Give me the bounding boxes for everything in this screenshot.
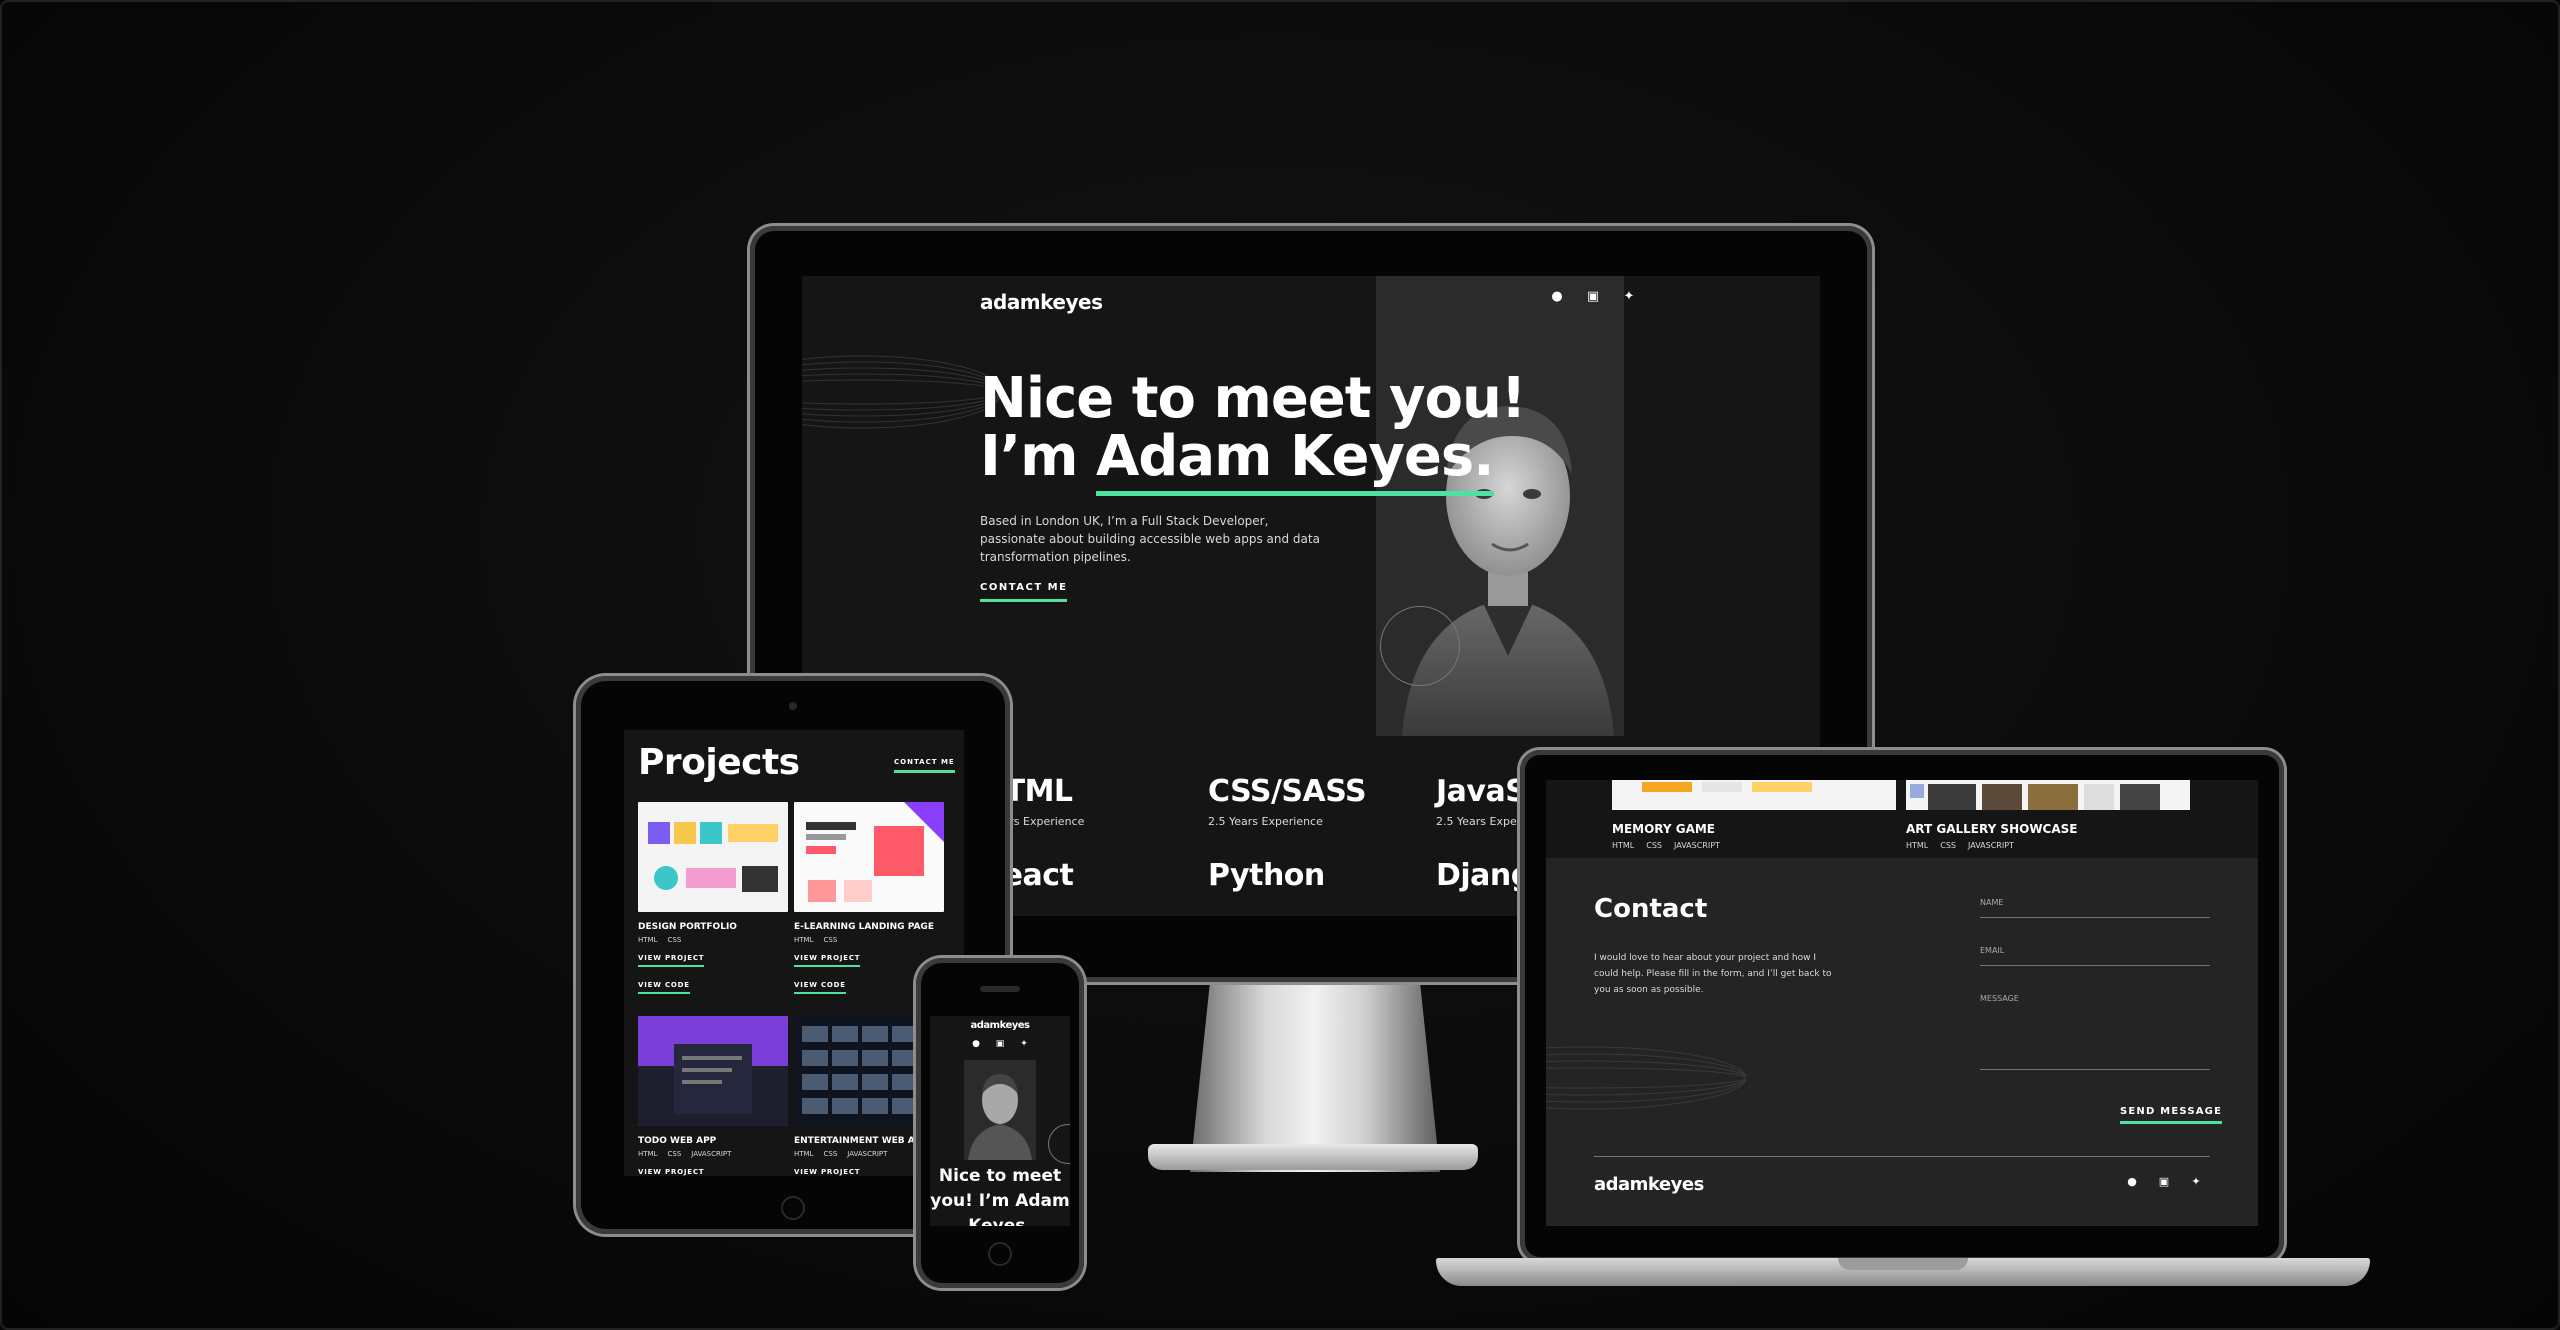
project-card[interactable]: MEMORY GAME HTML CSS JAVASCRIPT bbox=[1612, 780, 1896, 850]
tag: JAVASCRIPT bbox=[847, 1150, 888, 1158]
github-icon[interactable]: ● bbox=[2124, 1174, 2140, 1190]
tag: JAVASCRIPT bbox=[1674, 841, 1720, 850]
hero-heading-prefix: I’m bbox=[980, 424, 1096, 489]
linkedin-icon[interactable]: ▣ bbox=[994, 1038, 1006, 1050]
tag: CSS bbox=[667, 1150, 682, 1158]
twitter-icon[interactable]: ✦ bbox=[2188, 1174, 2204, 1190]
tablet-camera bbox=[789, 702, 797, 710]
tag: HTML bbox=[794, 936, 814, 944]
tag: HTML bbox=[638, 936, 658, 944]
view-project-link[interactable]: VIEW PROJECT bbox=[638, 1168, 704, 1176]
project-tags: HTML CSS JAVASCRIPT bbox=[1906, 841, 2190, 850]
contact-me-link[interactable]: CONTACT ME bbox=[980, 582, 1068, 602]
phone-home-button[interactable] bbox=[988, 1242, 1012, 1266]
tag: JAVASCRIPT bbox=[1968, 841, 2014, 850]
project-name: TODO WEB APP bbox=[638, 1136, 717, 1146]
project-name: MEMORY GAME bbox=[1612, 822, 1716, 836]
github-icon[interactable]: ● bbox=[1548, 288, 1566, 306]
phone-screen: adamkeyes ● ▣ ✦ Nice to meet you! I’m Ad… bbox=[930, 1016, 1070, 1226]
project-card[interactable]: ART GALLERY SHOWCASE HTML CSS JAVASCRIPT bbox=[1906, 780, 2190, 850]
profile-photo bbox=[964, 1060, 1036, 1160]
hero-heading-line1: Nice to meet you! bbox=[980, 366, 1526, 431]
monitor-base bbox=[1148, 1144, 1478, 1170]
view-code-link[interactable]: VIEW CODE bbox=[794, 981, 846, 994]
footer-divider bbox=[1594, 1156, 2210, 1157]
phone-speaker bbox=[980, 986, 1020, 992]
decorative-rings bbox=[1546, 1046, 1746, 1110]
tag: HTML bbox=[1612, 841, 1635, 850]
message-field[interactable]: MESSAGE bbox=[1980, 994, 2210, 1070]
decorative-circle bbox=[1380, 606, 1460, 686]
contact-title: Contact bbox=[1594, 894, 1708, 924]
tablet-screen: Projects CONTACT ME DESIGN PORTFOLIO HTM… bbox=[624, 730, 964, 1176]
footer-logo[interactable]: adamkeyes bbox=[1594, 1174, 1704, 1195]
send-message-button[interactable]: SEND MESSAGE bbox=[2120, 1106, 2223, 1124]
laptop: MEMORY GAME HTML CSS JAVASCRIPT ART GALL… bbox=[1520, 750, 2284, 1262]
linkedin-icon[interactable]: ▣ bbox=[1584, 288, 1602, 306]
view-project-link[interactable]: VIEW PROJECT bbox=[794, 1168, 860, 1176]
tag: HTML bbox=[638, 1150, 658, 1158]
hero-heading: Nice to meet you! I’m Adam Keyes. bbox=[980, 366, 1526, 496]
tablet-home-button[interactable] bbox=[781, 1196, 805, 1220]
project-thumbnail bbox=[638, 802, 788, 912]
project-card: E-LEARNING LANDING PAGE HTML CSS VIEW PR… bbox=[794, 802, 944, 994]
skill-experience: 2.5 Years Experience bbox=[1208, 815, 1323, 828]
name-field[interactable]: NAME bbox=[1980, 898, 2210, 918]
tag: CSS bbox=[1646, 841, 1663, 850]
footer-social-links: ● ▣ ✦ bbox=[2124, 1174, 2204, 1190]
projects-title: Projects bbox=[638, 742, 800, 783]
project-name: E-LEARNING LANDING PAGE bbox=[794, 922, 934, 932]
project-card: DESIGN PORTFOLIO HTML CSS VIEW PROJECT V… bbox=[638, 802, 788, 994]
hero-heading-line2: I’m Adam Keyes. bbox=[980, 424, 1525, 496]
view-project-link[interactable]: VIEW PROJECT bbox=[638, 954, 705, 967]
tag: JAVASCRIPT bbox=[691, 1150, 732, 1158]
site-logo[interactable]: adamkeyes bbox=[930, 1020, 1070, 1031]
project-tags: HTML CSS bbox=[794, 936, 944, 944]
hero-bio: Based in London UK, I’m a Full Stack Dev… bbox=[980, 514, 1320, 564]
project-name: ART GALLERY SHOWCASE bbox=[1906, 822, 2078, 836]
project-name: DESIGN PORTFOLIO bbox=[638, 922, 737, 932]
skill-item: Python bbox=[1208, 858, 1325, 893]
hero-heading: Nice to meet you! I’m Adam Keyes. bbox=[930, 1166, 1070, 1226]
tag: CSS bbox=[1940, 841, 1957, 850]
project-tags: HTML CSS JAVASCRIPT bbox=[638, 1150, 788, 1158]
contact-description: I would love to hear about your project … bbox=[1594, 953, 1832, 995]
tag: CSS bbox=[823, 936, 838, 944]
phone: adamkeyes ● ▣ ✦ Nice to meet you! I’m Ad… bbox=[916, 958, 1084, 1288]
view-project-link[interactable]: VIEW PROJECT bbox=[794, 954, 861, 967]
view-code-link[interactable]: VIEW CODE bbox=[638, 981, 690, 994]
skill-name: CSS/SASS bbox=[1208, 774, 1367, 809]
decorative-rings bbox=[802, 355, 1002, 429]
email-field[interactable]: EMAIL bbox=[1980, 946, 2210, 966]
laptop-screen: MEMORY GAME HTML CSS JAVASCRIPT ART GALL… bbox=[1546, 780, 2258, 1226]
social-links: ● ▣ ✦ bbox=[1548, 288, 1638, 306]
contact-me-link[interactable]: CONTACT ME bbox=[894, 758, 955, 773]
project-card: TODO WEB APP HTML CSS JAVASCRIPT VIEW PR… bbox=[638, 1016, 788, 1176]
laptop-notch bbox=[1838, 1258, 1968, 1270]
tag: HTML bbox=[1906, 841, 1929, 850]
project-thumbnail bbox=[1612, 780, 1896, 810]
github-icon[interactable]: ● bbox=[970, 1038, 982, 1050]
project-tags: HTML CSS JAVASCRIPT bbox=[1612, 841, 1896, 850]
tag: CSS bbox=[667, 936, 682, 944]
project-tags: HTML CSS bbox=[638, 936, 788, 944]
decorative-circle bbox=[1048, 1124, 1070, 1164]
site-logo[interactable]: adamkeyes bbox=[980, 290, 1103, 314]
skill-item: CSS/SASS 2.5 Years Experience bbox=[1208, 774, 1367, 828]
project-thumbnail bbox=[794, 802, 944, 912]
tag: HTML bbox=[794, 1150, 814, 1158]
linkedin-icon[interactable]: ▣ bbox=[2156, 1174, 2172, 1190]
twitter-icon[interactable]: ✦ bbox=[1018, 1038, 1030, 1050]
project-thumbnail bbox=[638, 1016, 788, 1126]
social-links: ● ▣ ✦ bbox=[970, 1038, 1030, 1050]
tag: CSS bbox=[823, 1150, 838, 1158]
twitter-icon[interactable]: ✦ bbox=[1620, 288, 1638, 306]
hero-heading-name: Adam Keyes. bbox=[1095, 424, 1495, 496]
project-thumbnail bbox=[1906, 780, 2190, 810]
mockup-stage: adamkeyes ● ▣ ✦ Nice to meet you! I’m Ad… bbox=[0, 0, 2560, 1330]
skill-name: Python bbox=[1208, 858, 1325, 893]
